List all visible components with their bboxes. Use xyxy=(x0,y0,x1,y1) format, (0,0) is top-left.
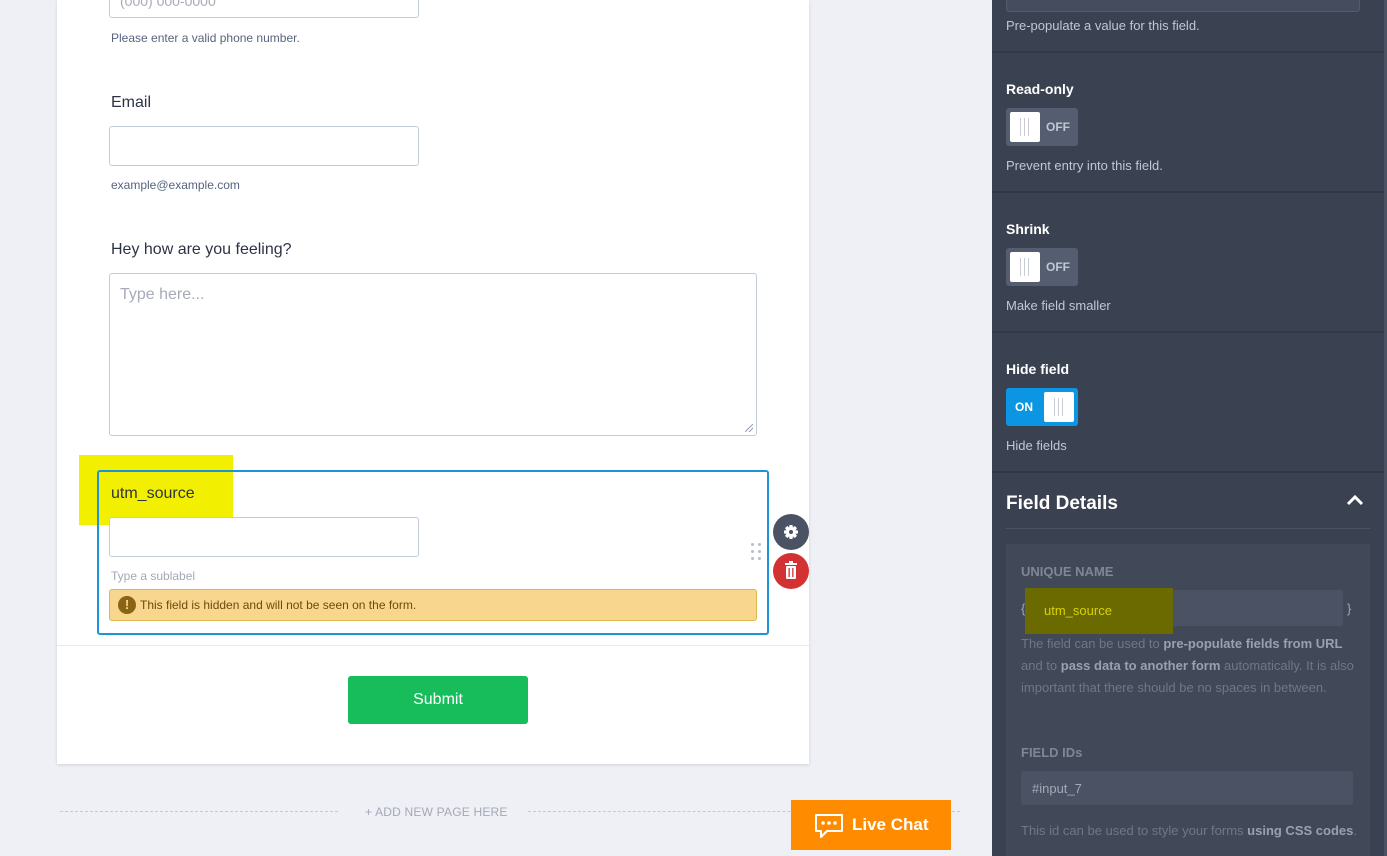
form-card: (000) 000-0000 Please enter a valid phon… xyxy=(57,0,809,764)
default-value-input[interactable] xyxy=(1006,0,1360,12)
shrink-desc: Make field smaller xyxy=(1006,298,1111,313)
dashed-divider-left xyxy=(60,811,338,812)
panel-separator xyxy=(992,331,1387,333)
phone-placeholder: (000) 000-0000 xyxy=(120,0,216,9)
unique-name-label: UNIQUE NAME xyxy=(1021,564,1114,579)
submit-button[interactable]: Submit xyxy=(348,676,528,724)
read-only-desc: Prevent entry into this field. xyxy=(1006,158,1163,173)
utm-source-input[interactable] xyxy=(109,517,419,557)
utm-source-label[interactable]: utm_source xyxy=(111,485,195,503)
form-canvas: (000) 000-0000 Please enter a valid phon… xyxy=(0,0,992,856)
feeling-label: Hey how are you feeling? xyxy=(111,241,292,258)
brace-close: } xyxy=(1347,601,1352,616)
live-chat-button[interactable]: Live Chat xyxy=(791,800,951,850)
panel-separator xyxy=(992,51,1387,53)
hide-field-desc: Hide fields xyxy=(1006,438,1067,453)
read-only-title: Read-only xyxy=(1006,81,1074,97)
field-id-help: This id can be used to style your forms … xyxy=(1021,823,1357,838)
read-only-toggle[interactable]: OFF xyxy=(1006,108,1078,146)
delete-field-button[interactable] xyxy=(773,553,809,589)
gear-icon xyxy=(784,525,798,539)
drag-handle-icon[interactable] xyxy=(751,543,763,565)
utm-source-sublabel[interactable]: Type a sublabel xyxy=(111,569,195,583)
panel-separator xyxy=(992,471,1387,473)
email-label: Email xyxy=(111,94,152,111)
hidden-field-notice: ! This field is hidden and will not be s… xyxy=(109,589,757,621)
feeling-placeholder: Type here... xyxy=(120,286,205,303)
field-settings-button[interactable] xyxy=(773,514,809,550)
phone-sublabel: Please enter a valid phone number. xyxy=(111,31,300,45)
email-input[interactable] xyxy=(109,126,419,166)
live-chat-label: Live Chat xyxy=(852,815,929,834)
hidden-notice-text: This field is hidden and will not be see… xyxy=(140,598,417,612)
prepopulate-desc: Pre-populate a value for this field. xyxy=(1006,18,1200,33)
hide-field-toggle[interactable]: ON xyxy=(1006,388,1078,426)
trash-icon xyxy=(785,561,797,579)
panel-separator xyxy=(992,191,1387,193)
properties-panel: Pre-populate a value for this field. Rea… xyxy=(992,0,1387,856)
resize-grip-icon[interactable] xyxy=(745,424,753,432)
field-details-divider xyxy=(1006,528,1370,529)
toggle-knob xyxy=(1010,112,1040,142)
phone-input[interactable]: (000) 000-0000 xyxy=(109,0,419,18)
field-details-body: UNIQUE NAME { utm_source } The field can… xyxy=(1006,544,1370,856)
shrink-state: OFF xyxy=(1046,260,1070,274)
add-new-page-link[interactable]: + ADD NEW PAGE HERE xyxy=(365,805,508,819)
email-sublabel: example@example.com xyxy=(111,178,240,192)
toggle-knob xyxy=(1044,392,1074,422)
unique-name-value: utm_source xyxy=(1044,603,1112,618)
field-details-title[interactable]: Field Details xyxy=(1006,493,1118,515)
unique-name-help: The field can be used to pre-populate fi… xyxy=(1021,636,1354,695)
field-id-value: #input_7 xyxy=(1032,781,1082,796)
hide-field-state: ON xyxy=(1015,400,1033,414)
shrink-toggle[interactable]: OFF xyxy=(1006,248,1078,286)
chevron-up-icon[interactable] xyxy=(1346,494,1364,506)
toggle-knob xyxy=(1010,252,1040,282)
warning-icon: ! xyxy=(118,596,136,614)
shrink-title: Shrink xyxy=(1006,221,1050,237)
read-only-state: OFF xyxy=(1046,120,1070,134)
field-id-input[interactable]: #input_7 xyxy=(1021,771,1353,805)
feeling-textarea[interactable]: Type here... xyxy=(109,273,757,436)
hide-field-title: Hide field xyxy=(1006,361,1070,377)
form-divider xyxy=(57,645,809,646)
chat-bubble-icon xyxy=(815,814,843,838)
field-ids-label: FIELD IDs xyxy=(1021,745,1083,760)
